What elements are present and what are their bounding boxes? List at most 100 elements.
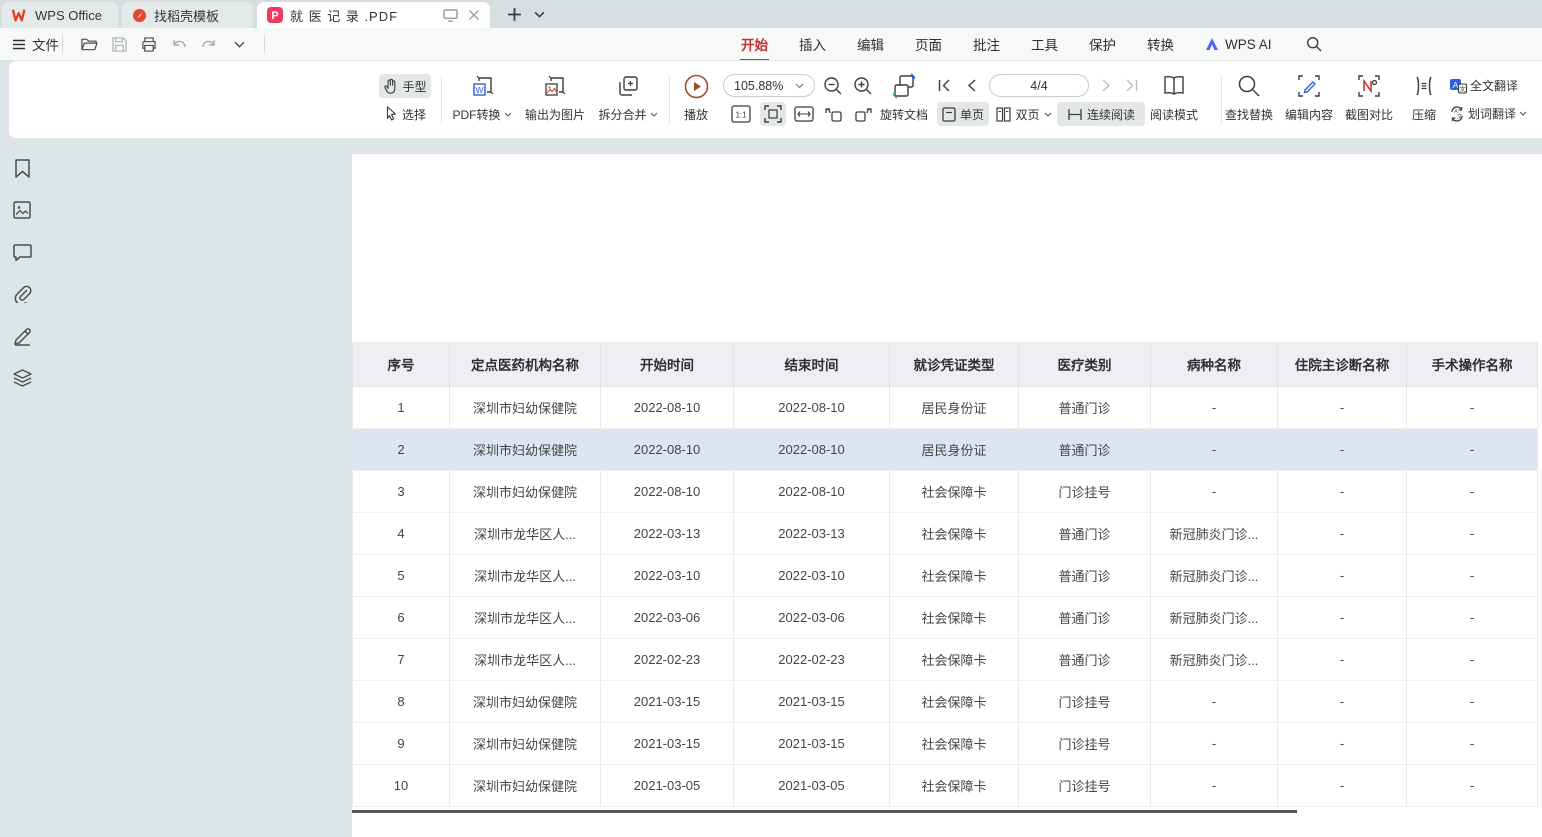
rotate-left-button[interactable]: [822, 104, 846, 124]
open-file-button[interactable]: [76, 31, 102, 57]
menu-tools[interactable]: 工具: [1030, 32, 1059, 56]
table-cell: 2021-03-05: [734, 764, 890, 806]
column-header: 医疗类别: [1019, 342, 1151, 386]
split-merge-icon: [615, 73, 641, 99]
table-cell: -: [1407, 596, 1538, 638]
screenshot-compare-button[interactable]: 截图对比: [1339, 106, 1399, 123]
table-cell: 深圳市妇幼保健院: [450, 386, 601, 428]
table-cell: 2: [353, 428, 450, 470]
table-cell: 2021-03-15: [734, 680, 890, 722]
last-page-button[interactable]: [1122, 76, 1140, 94]
menu-wps-ai[interactable]: WPS AI: [1204, 37, 1272, 52]
tab-label: 就 医 记 录 .PDF: [290, 6, 398, 25]
prev-page-button[interactable]: [962, 76, 980, 94]
redo-button[interactable]: [196, 31, 222, 57]
undo-button[interactable]: [166, 31, 192, 57]
table-cell: 2022-08-10: [601, 386, 734, 428]
play-icon: [683, 73, 709, 99]
continuous-read-button[interactable]: 连续阅读: [1057, 102, 1145, 126]
column-header: 病种名称: [1151, 342, 1278, 386]
file-menu[interactable]: 文件: [12, 28, 59, 60]
compress-button[interactable]: 压缩: [1405, 106, 1443, 123]
single-page-button[interactable]: 单页: [937, 102, 989, 126]
home-ribbon-toolbar: 手型 选择 W PDF转换: [8, 60, 1542, 139]
pdf-page: 序号定点医药机构名称开始时间结束时间就诊凭证类型医疗类别病种名称住院主诊断名称手…: [352, 154, 1542, 837]
menu-insert[interactable]: 插入: [798, 32, 827, 56]
full-translate-button[interactable]: A 文 全文翻译: [1449, 77, 1541, 94]
column-header: 就诊凭证类型: [890, 342, 1019, 386]
table-cell: -: [1151, 470, 1278, 512]
table-cell: 5: [353, 554, 450, 596]
table-cell: 普通门诊: [1019, 428, 1151, 470]
pdf-convert-button[interactable]: PDF转换: [447, 106, 517, 123]
pdf-convert-icon: W: [470, 73, 496, 99]
menu-annotate[interactable]: 批注: [972, 32, 1001, 56]
zoom-level-select[interactable]: 105.88%: [723, 74, 815, 97]
table-cell: 门诊挂号: [1019, 470, 1151, 512]
fit-page-button[interactable]: [760, 102, 786, 126]
new-tab-button[interactable]: [503, 3, 525, 25]
attachment-panel-button[interactable]: [12, 284, 32, 304]
tab-docer-templates[interactable]: 找稻壳模板: [122, 2, 253, 28]
fit-width-button[interactable]: [792, 104, 816, 124]
thumbnail-panel-button[interactable]: [12, 200, 32, 220]
actual-size-button[interactable]: 1:1: [730, 104, 752, 124]
table-scrollbar[interactable]: [352, 810, 1297, 813]
zoom-in-button[interactable]: [851, 75, 875, 97]
rotate-right-button[interactable]: [851, 104, 875, 124]
table-row: 1深圳市妇幼保健院2022-08-102022-08-10居民身份证普通门诊--…: [353, 386, 1538, 428]
export-image-button[interactable]: 输出为图片: [522, 106, 588, 123]
table-cell: 2022-03-06: [601, 596, 734, 638]
read-mode-button[interactable]: 阅读模式: [1147, 106, 1201, 123]
table-cell: -: [1407, 722, 1538, 764]
table-cell: 普通门诊: [1019, 554, 1151, 596]
table-cell: 8: [353, 680, 450, 722]
menu-page[interactable]: 页面: [914, 32, 943, 56]
menu-home[interactable]: 开始: [740, 32, 769, 56]
table-cell: -: [1278, 428, 1407, 470]
tab-list-chevron[interactable]: [528, 3, 550, 25]
save-button[interactable]: [106, 31, 132, 57]
divider: [264, 35, 265, 53]
word-translate-button[interactable]: A 文 划词翻译: [1449, 105, 1542, 122]
menu-items: 开始 插入 编辑 页面 批注 工具 保护 转换 WPS AI: [740, 28, 1327, 60]
hand-tool-label: 手型: [402, 78, 426, 95]
find-replace-button[interactable]: 查找替换: [1219, 106, 1279, 123]
split-merge-button[interactable]: 拆分合并: [593, 106, 663, 123]
layers-panel-button[interactable]: [12, 368, 32, 388]
quickbar-chevron[interactable]: [226, 31, 252, 57]
table-cell: 2022-03-13: [734, 512, 890, 554]
menu-edit[interactable]: 编辑: [856, 32, 885, 56]
double-page-button[interactable]: 双页: [995, 102, 1053, 126]
close-tab-icon[interactable]: [468, 9, 480, 21]
next-page-button[interactable]: [1097, 76, 1115, 94]
divider: [669, 76, 670, 124]
table-cell: 新冠肺炎门诊...: [1151, 596, 1278, 638]
first-page-button[interactable]: [935, 76, 953, 94]
comment-panel-button[interactable]: [12, 242, 32, 262]
chevron-down-icon: [1044, 112, 1052, 117]
table-cell: -: [1407, 554, 1538, 596]
tab-document-pdf[interactable]: P 就 医 记 录 .PDF: [257, 2, 490, 28]
print-button[interactable]: [136, 31, 162, 57]
hand-tool-button[interactable]: 手型: [379, 74, 431, 98]
play-button[interactable]: 播放: [671, 106, 721, 123]
bookmark-panel-button[interactable]: [12, 158, 32, 178]
rotate-doc-button[interactable]: 旋转文档: [875, 106, 933, 123]
menu-protect[interactable]: 保护: [1088, 32, 1117, 56]
table-cell: 普通门诊: [1019, 596, 1151, 638]
monitor-icon[interactable]: [443, 9, 458, 22]
page-number-input[interactable]: 4/4: [989, 74, 1089, 97]
menu-convert[interactable]: 转换: [1146, 32, 1175, 56]
zoom-out-button[interactable]: [821, 75, 845, 97]
signature-panel-button[interactable]: [12, 326, 32, 346]
menu-search-icon[interactable]: [1301, 31, 1327, 57]
double-page-icon: [996, 107, 1011, 122]
table-cell: 新冠肺炎门诊...: [1151, 512, 1278, 554]
table-cell: 2021-03-15: [734, 722, 890, 764]
edit-content-button[interactable]: 编辑内容: [1279, 106, 1339, 123]
tab-wps-home[interactable]: WPS Office: [2, 2, 118, 28]
table-cell: 2022-02-23: [734, 638, 890, 680]
table-cell: 普通门诊: [1019, 638, 1151, 680]
select-tool-button[interactable]: 选择: [379, 102, 431, 126]
